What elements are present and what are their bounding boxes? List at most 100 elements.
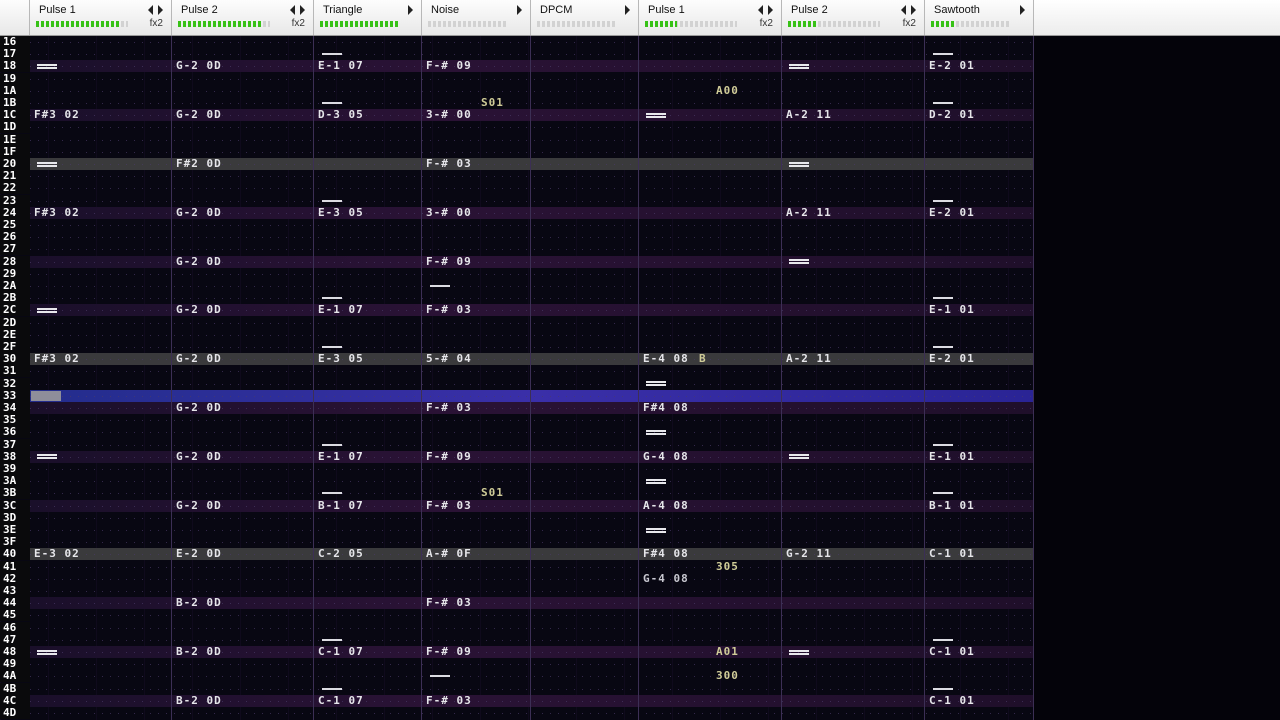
pattern-row[interactable]: 26 [0,231,1034,244]
pattern-row[interactable]: 3D [0,511,1034,524]
effect-cell[interactable]: B [699,353,707,365]
pattern-row[interactable]: 4D [0,707,1034,719]
pattern-row[interactable]: 2E [0,328,1034,341]
note-cell[interactable]: E-3 02 [34,548,80,560]
note-cell[interactable]: E-1 07 [318,450,364,463]
note-cell[interactable]: G-2 0D [176,450,222,463]
pattern-row[interactable]: 18 [0,60,1034,73]
pattern-row[interactable]: 1C [0,109,1034,122]
pattern-row[interactable]: 48 [0,646,1034,658]
note-release-marker[interactable] [322,443,342,446]
note-cell[interactable]: F-# 03 [426,304,472,316]
pattern-row[interactable]: 16 [0,36,1034,48]
note-cell[interactable]: G-2 11 [786,548,832,560]
note-off-marker[interactable] [37,161,57,167]
note-cell[interactable]: F#4 08 [643,548,689,560]
pattern-row[interactable]: 37 [0,438,1034,451]
note-off-marker[interactable] [37,454,57,460]
note-cell[interactable]: A-# 0F [426,548,472,560]
pattern-row[interactable]: 1F [0,145,1034,158]
channel-header-7[interactable]: Pulse 2 fx2 [782,0,925,35]
pattern-row[interactable]: 2C [0,304,1034,317]
note-cell[interactable]: C-1 01 [929,694,975,707]
effect-cell[interactable]: A00 [716,84,739,97]
note-cell[interactable]: G-2 0D [176,255,222,268]
note-cell[interactable]: E-1 01 [929,450,975,463]
note-release-marker[interactable] [933,53,953,56]
channel-header-2[interactable]: Pulse 2 fx2 [172,0,314,35]
pattern-row[interactable]: 42 [0,572,1034,585]
note-release-marker[interactable] [933,297,953,300]
note-release-marker[interactable] [322,492,342,495]
arrow-right-icon[interactable] [625,5,630,15]
note-off-marker[interactable] [37,649,57,655]
note-cell[interactable]: G-4 08 [643,450,689,463]
pattern-row[interactable]: 3F [0,536,1034,549]
note-cell[interactable]: C-2 05 [318,548,364,560]
pattern-row[interactable]: 33 [0,389,1034,402]
note-release-marker[interactable] [322,297,342,300]
note-cell[interactable]: G-4 08 [643,572,689,585]
arrow-right-icon[interactable] [408,5,413,15]
pattern-row[interactable]: 1B [0,97,1034,109]
note-cell[interactable]: F-# 09 [426,255,472,268]
note-cell[interactable]: F#2 0D [176,158,222,170]
arrow-right-icon[interactable] [517,5,522,15]
pattern-row[interactable]: 41 [0,560,1034,573]
note-release-marker[interactable] [322,687,342,690]
note-cell[interactable]: G-2 0D [176,304,222,316]
note-cell[interactable]: E-2 01 [929,60,975,72]
note-cell[interactable]: A-2 11 [786,206,832,219]
pattern-row[interactable]: 4C [0,694,1034,707]
pattern-row[interactable]: 22 [0,182,1034,195]
note-cell[interactable]: E-3 05 [318,206,364,219]
pattern-row[interactable]: 2A [0,280,1034,292]
note-cell[interactable]: E-1 07 [318,60,364,72]
pattern-row[interactable]: 34 [0,402,1034,414]
note-cell[interactable]: B-2 0D [176,646,222,658]
pattern-row[interactable]: 1A [0,84,1034,97]
fx-column-toggle[interactable]: fx2 [292,18,305,29]
note-cell[interactable]: 3-# 00 [426,206,472,219]
note-off-marker[interactable] [789,63,809,69]
effect-cell[interactable]: 305 [716,560,739,573]
pattern-row[interactable]: 38 [0,450,1034,463]
note-cell[interactable]: 5-# 04 [426,353,472,365]
arrow-left-icon[interactable] [901,5,906,15]
pattern-row[interactable]: 31 [0,365,1034,378]
note-release-marker[interactable] [933,638,953,641]
arrow-left-icon[interactable] [758,5,763,15]
note-off-marker[interactable] [789,161,809,167]
note-cell[interactable]: F#4 08 [643,402,689,414]
note-cell[interactable]: G-2 0D [176,60,222,72]
note-cell[interactable]: E-2 01 [929,206,975,219]
channel-header-3[interactable]: Triangle [314,0,422,35]
arrow-right-icon[interactable] [300,5,305,15]
arrow-right-icon[interactable] [158,5,163,15]
note-release-marker[interactable] [322,346,342,348]
note-release-marker[interactable] [933,199,953,202]
note-release-marker[interactable] [933,687,953,690]
note-cell[interactable]: B-2 0D [176,597,222,609]
note-cell[interactable]: C-1 07 [318,694,364,707]
pattern-row[interactable]: 3C [0,499,1034,512]
pattern-row[interactable]: 2D [0,316,1034,329]
pattern-row[interactable]: 49 [0,658,1034,671]
arrow-right-icon[interactable] [1020,5,1025,15]
note-cell[interactable]: A-2 11 [786,353,832,365]
pattern-row[interactable]: 27 [0,243,1034,256]
note-cell[interactable]: B-1 01 [929,499,975,512]
pattern-row[interactable]: 25 [0,219,1034,231]
effect-cell[interactable]: 300 [716,670,739,682]
note-cell[interactable]: C-1 01 [929,548,975,560]
note-release-marker[interactable] [322,102,342,104]
note-release-marker[interactable] [430,285,450,287]
pattern-row[interactable]: 40 [0,548,1034,561]
note-cell[interactable]: F#3 02 [34,353,80,365]
pattern-row[interactable]: 20 [0,158,1034,170]
note-cell[interactable]: G-2 0D [176,499,222,512]
arrow-right-icon[interactable] [911,5,916,15]
note-cell[interactable]: F-# 03 [426,499,472,512]
pattern-row[interactable]: 2F [0,341,1034,353]
pattern-row[interactable]: 28 [0,255,1034,268]
